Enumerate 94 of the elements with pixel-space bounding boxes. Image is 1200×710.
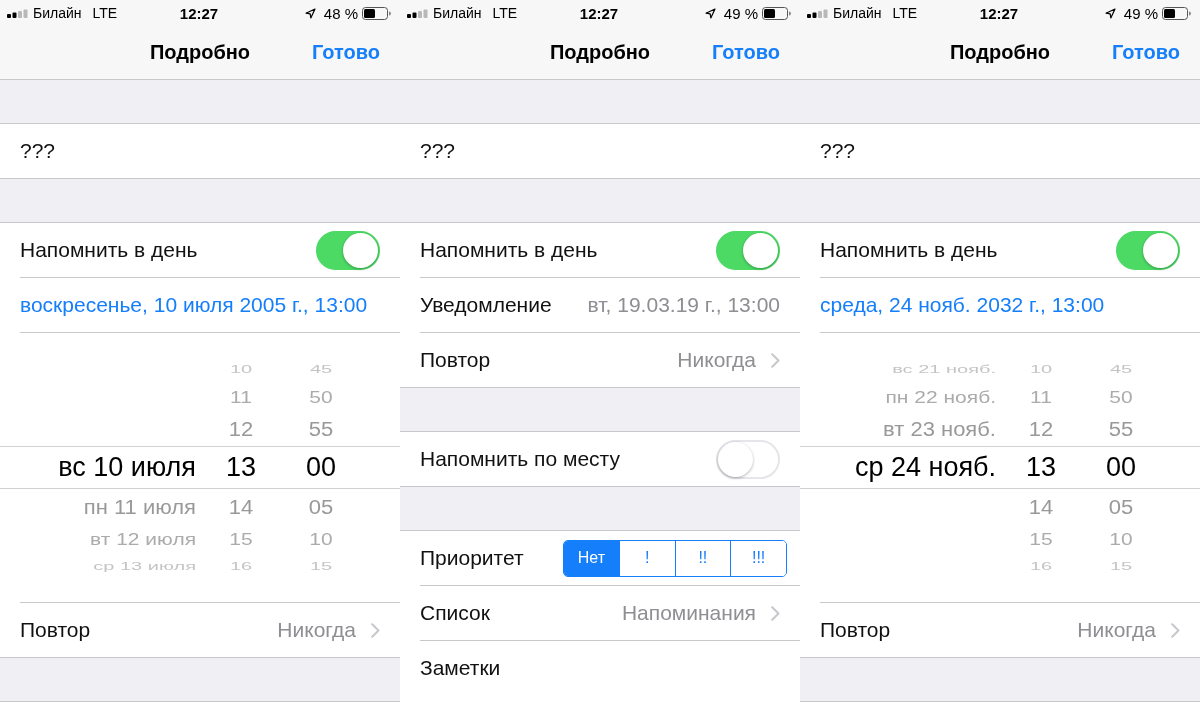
row-label: Уведомление: [420, 293, 552, 317]
title-field[interactable]: ???: [800, 124, 1200, 178]
title-field[interactable]: ???: [400, 124, 800, 178]
row-label: Напомнить в день: [420, 238, 598, 262]
row-value: Никогда: [277, 618, 356, 642]
chevron-icon: [1171, 622, 1180, 638]
picker-option[interactable]: 15: [1029, 530, 1053, 548]
signal-icon: [807, 8, 829, 18]
picker-option[interactable]: 05: [1108, 496, 1134, 517]
picker-option[interactable]: 50: [309, 387, 333, 405]
network-type: LTE: [92, 5, 118, 21]
row-label: Список: [420, 601, 490, 625]
row-label: Повтор: [820, 618, 891, 642]
row-label: Напомнить в день: [820, 238, 998, 262]
carrier-name: Билайн: [433, 5, 482, 21]
toggle-switch[interactable]: [316, 230, 380, 270]
carrier-name: Билайн: [33, 5, 82, 21]
picker-option[interactable]: 15: [1109, 560, 1133, 572]
battery-percent: 48 %: [323, 4, 358, 22]
segmented-control[interactable]: Нет ! !! !!!: [563, 539, 787, 577]
clock-time: 12:27: [979, 4, 1019, 22]
picker-option[interactable]: пн 22 нояб.: [885, 387, 996, 405]
location-arrow-icon: [304, 7, 316, 19]
signal-icon: [7, 8, 29, 18]
row-value: Никогда: [677, 348, 756, 372]
screen-title: Подробно: [549, 41, 651, 64]
chevron-icon: [371, 622, 380, 638]
row-value: вт, 19.03.19 г., 13:00: [587, 293, 780, 317]
priority-segment[interactable]: Нет: [564, 540, 619, 576]
picker-option[interactable]: 12: [228, 418, 254, 439]
row-label: Повтор: [20, 618, 91, 642]
title-field[interactable]: ???: [0, 124, 400, 178]
date-time-link[interactable]: воскресенье, 10 июля 2005 г., 13:00: [20, 293, 368, 317]
picker-option[interactable]: 10: [1109, 530, 1133, 548]
done-button[interactable]: Готово: [711, 41, 780, 64]
picker-option[interactable]: 11: [230, 387, 252, 405]
row-label: Приоритет: [420, 546, 524, 570]
picker-option[interactable]: 05: [308, 496, 334, 517]
done-button[interactable]: Готово: [1111, 41, 1180, 64]
screen-title: Подробно: [149, 41, 251, 64]
picker-option[interactable]: 15: [229, 530, 253, 548]
carrier-name: Билайн: [833, 5, 882, 21]
picker-option[interactable]: 11: [1030, 387, 1052, 405]
picker-option[interactable]: 10: [1029, 363, 1053, 375]
location-arrow-icon: [704, 7, 716, 19]
chevron-icon: [771, 605, 780, 621]
picker-option[interactable]: ср 13 июля: [93, 560, 196, 572]
picker-option[interactable]: 16: [229, 560, 253, 572]
row-value: Никогда: [1077, 618, 1156, 642]
toggle-switch[interactable]: [716, 230, 780, 270]
picker-option[interactable]: вс 21 нояб.: [892, 363, 996, 375]
picker-option[interactable]: 13: [225, 454, 256, 481]
picker-option[interactable]: 00: [1105, 454, 1136, 481]
picker-option[interactable]: вс 10 июля: [58, 454, 196, 481]
picker-option[interactable]: пн 11 июля: [83, 496, 196, 517]
picker-option[interactable]: 45: [309, 363, 333, 375]
picker-option[interactable]: 50: [1109, 387, 1133, 405]
picker-option[interactable]: 12: [1028, 418, 1054, 439]
picker-option[interactable]: 45: [1109, 363, 1133, 375]
picker-option[interactable]: 16: [1029, 560, 1053, 572]
battery-percent: 49 %: [1123, 4, 1158, 22]
picker-option[interactable]: 55: [308, 418, 334, 439]
picker-option[interactable]: вт 23 нояб.: [883, 418, 996, 439]
clock-time: 12:27: [579, 4, 619, 22]
row-label: Повтор: [420, 348, 491, 372]
picker-option[interactable]: 10: [309, 530, 333, 548]
network-type: LTE: [492, 5, 518, 21]
picker-option[interactable]: 15: [309, 560, 333, 572]
row-label: Напомнить по месту: [420, 447, 620, 471]
picker-option[interactable]: ср 24 нояб.: [854, 454, 996, 481]
picker-option[interactable]: 55: [1108, 418, 1134, 439]
battery-icon: [762, 6, 791, 20]
picker-option[interactable]: 10: [229, 363, 253, 375]
picker-option[interactable]: 14: [228, 496, 254, 517]
priority-segment[interactable]: !!!: [730, 540, 786, 576]
location-arrow-icon: [1104, 7, 1116, 19]
date-time-link[interactable]: среда, 24 нояб. 2032 г., 13:00: [820, 293, 1105, 317]
done-button[interactable]: Готово: [311, 41, 380, 64]
chevron-icon: [771, 352, 780, 368]
picker-option[interactable]: 14: [1028, 496, 1054, 517]
signal-icon: [407, 8, 429, 18]
row-value: Напоминания: [621, 601, 756, 625]
network-type: LTE: [892, 5, 918, 21]
battery-icon: [362, 6, 391, 20]
picker-option[interactable]: 13: [1025, 454, 1056, 481]
battery-percent: 49 %: [723, 4, 758, 22]
battery-icon: [1162, 6, 1191, 20]
clock-time: 12:27: [179, 4, 219, 22]
picker-option[interactable]: вт 12 июля: [90, 530, 196, 548]
notes-label: Заметки: [420, 655, 501, 681]
toggle-switch[interactable]: [1116, 230, 1180, 270]
picker-option[interactable]: 00: [305, 454, 336, 481]
row-label: Напомнить в день: [20, 238, 198, 262]
screen-title: Подробно: [949, 41, 1051, 64]
